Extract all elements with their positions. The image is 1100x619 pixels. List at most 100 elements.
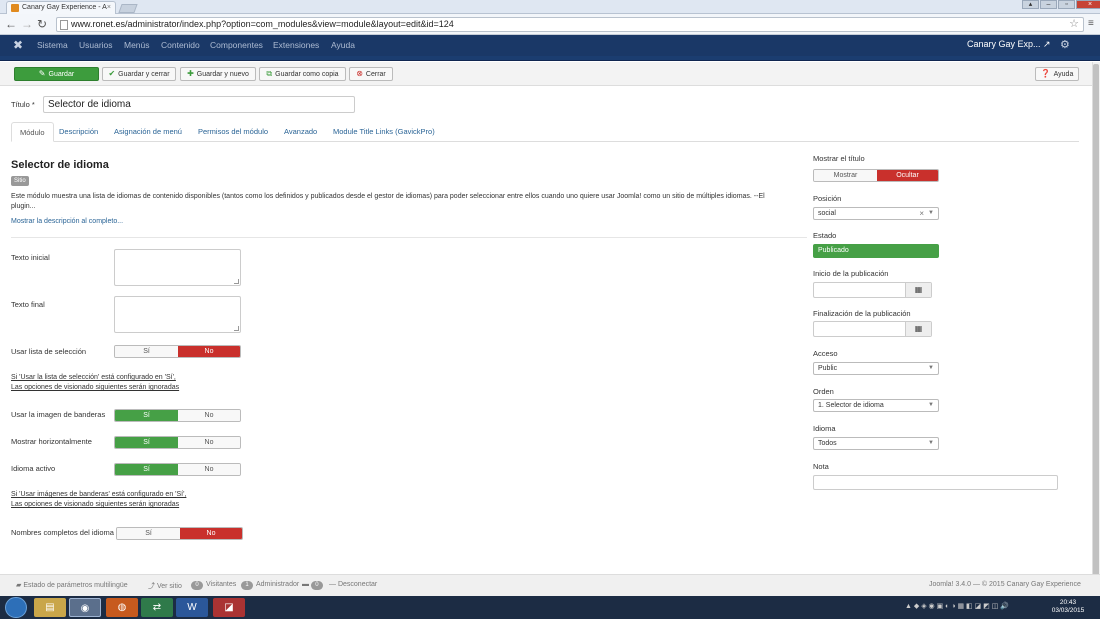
idioma-select[interactable]: Todos ▼: [813, 437, 939, 450]
maximize-button[interactable]: ▫: [1058, 0, 1075, 9]
mostrar-horiz-no[interactable]: No: [178, 437, 240, 448]
calendar-icon[interactable]: ▦: [905, 322, 931, 336]
status-footer: ▰ Estado de parámetros multilingüe ⤴ Ver…: [0, 574, 1100, 596]
tab-avanzado[interactable]: Avanzado: [276, 122, 325, 142]
menu-menus[interactable]: Menús: [124, 40, 150, 50]
close-button[interactable]: ⊗ Cerrar: [349, 67, 393, 81]
idioma-activo-no[interactable]: No: [178, 464, 240, 475]
site-link[interactable]: Canary Gay Exp... ↗: [967, 39, 1051, 50]
admin-navbar: ✖ Sistema Usuarios Menús Contenido Compo…: [0, 35, 1100, 56]
calendar-icon[interactable]: ▦: [905, 283, 931, 297]
browser-tab[interactable]: Canary Gay Experience - A ×: [6, 1, 116, 14]
posicion-value: social: [818, 210, 836, 217]
estado-select[interactable]: Publicado: [813, 244, 939, 258]
minus-icon: —: [329, 581, 336, 588]
mostrar-titulo-show[interactable]: Mostrar: [814, 170, 877, 181]
joomla-logo-icon[interactable]: ✖: [13, 38, 23, 52]
idioma-activo-label: Idioma activo: [11, 464, 56, 473]
bookmark-star-icon[interactable]: ☆: [1069, 18, 1079, 31]
tab-modulo[interactable]: Módulo: [11, 122, 54, 142]
save-close-button[interactable]: ✔ Guardar y cerrar: [102, 67, 176, 81]
title-label: Título *: [11, 100, 35, 109]
acceso-value: Public: [818, 365, 838, 372]
usar-imagen-no[interactable]: No: [178, 410, 240, 421]
logout-link[interactable]: — Desconectar: [329, 581, 377, 588]
save-copy-button[interactable]: ⧉ Guardar como copia: [259, 67, 346, 81]
menu-extensiones[interactable]: Extensiones: [273, 40, 319, 50]
close-tab-icon[interactable]: ×: [107, 2, 111, 14]
posicion-select[interactable]: social × ▼: [813, 207, 939, 220]
note-banderas-line1: Si 'Usar imágenes de banderas' está conf…: [11, 491, 187, 498]
system-tray[interactable]: ▲ ◆ ◈ ◉ ▣ ◐ ◑ ▦ ◧ ◪ ◩ ◫ 🔊: [905, 602, 1045, 612]
acceso-select[interactable]: Public ▼: [813, 362, 939, 375]
reload-icon[interactable]: ↻: [37, 18, 47, 30]
site-badge: Sitio: [11, 176, 29, 186]
mostrar-horiz-toggle: Sí No: [114, 436, 241, 449]
chrome-taskbar-icon[interactable]: ◉: [69, 598, 101, 617]
inicio-publicacion-input[interactable]: ▦: [813, 282, 932, 298]
site-name: Canary Gay Exp...: [967, 39, 1041, 49]
usar-imagen-yes[interactable]: Sí: [115, 410, 178, 421]
save-close-label: Guardar y cerrar: [118, 71, 170, 78]
menu-usuarios[interactable]: Usuarios: [79, 40, 113, 50]
network-app-icon[interactable]: ⇄: [141, 598, 173, 617]
nota-label: Nota: [813, 462, 829, 471]
word-icon[interactable]: W: [176, 598, 208, 617]
firefox-icon[interactable]: ◍: [106, 598, 138, 617]
forward-icon[interactable]: →: [21, 18, 33, 30]
idioma-activo-yes[interactable]: Sí: [115, 464, 178, 475]
tab-title-links[interactable]: Module Title Links (GavickPro): [325, 122, 443, 142]
title-input[interactable]: Selector de idioma: [43, 96, 355, 113]
usar-imagen-label: Usar la imagen de banderas: [11, 410, 106, 419]
texto-inicial-textarea[interactable]: [114, 249, 241, 286]
url-input[interactable]: www.ronet.es/administrator/index.php?opt…: [56, 17, 1084, 32]
show-full-description-link[interactable]: Mostrar la descripción al completo...: [11, 218, 123, 225]
nombres-completos-no[interactable]: No: [180, 528, 242, 539]
chrome-menu-icon[interactable]: ≡: [1088, 18, 1094, 29]
save-new-button[interactable]: ✚ Guardar y nuevo: [180, 67, 256, 81]
chevron-down-icon: ▼: [928, 402, 934, 408]
orden-select[interactable]: 1. Selector de idioma ▼: [813, 399, 939, 412]
tab-asignacion-menu[interactable]: Asignación de menú: [106, 122, 190, 142]
mostrar-horiz-yes[interactable]: Sí: [115, 437, 178, 448]
minimize-button[interactable]: –: [1040, 0, 1057, 9]
menu-sistema[interactable]: Sistema: [37, 40, 68, 50]
joomla-favicon-icon: [11, 4, 19, 12]
system-clock[interactable]: 20:43 03/03/2015: [1046, 599, 1090, 615]
menu-ayuda[interactable]: Ayuda: [331, 40, 355, 50]
copyright: Joomla! 3.4.0 — © 2015 Canary Gay Experi…: [929, 581, 1081, 588]
new-tab-button[interactable]: [118, 4, 138, 13]
view-site-link[interactable]: ⤴ Ver sitio: [148, 581, 182, 591]
fin-publicacion-input[interactable]: ▦: [813, 321, 932, 337]
usar-imagen-toggle: Sí No: [114, 409, 241, 422]
mostrar-titulo-hide[interactable]: Ocultar: [877, 170, 938, 181]
texto-final-textarea[interactable]: [114, 296, 241, 333]
back-icon[interactable]: ←: [5, 18, 17, 30]
cancel-icon: ⊗: [356, 69, 363, 78]
admins-count: 1: [241, 581, 253, 590]
user-icon[interactable]: ▴: [1022, 0, 1039, 9]
scrollbar-thumb[interactable]: [1093, 64, 1099, 592]
save-button[interactable]: ✎ Guardar: [14, 67, 99, 81]
filezilla-icon[interactable]: ◪: [213, 598, 245, 617]
clear-icon[interactable]: ×: [919, 208, 924, 219]
window-close-button[interactable]: ×: [1076, 0, 1100, 9]
multilang-status-link[interactable]: ▰ Estado de parámetros multilingüe: [16, 581, 128, 589]
usar-lista-no[interactable]: No: [178, 346, 240, 357]
messages-status: ▬ 0: [302, 581, 326, 590]
nota-input[interactable]: [813, 475, 1058, 490]
nombres-completos-yes[interactable]: Sí: [117, 528, 180, 539]
explorer-icon[interactable]: ▤: [34, 598, 66, 617]
tab-descripcion[interactable]: Descripción: [51, 122, 106, 142]
gear-icon[interactable]: ⚙: [1060, 38, 1070, 51]
menu-componentes[interactable]: Componentes: [210, 40, 263, 50]
windows-start-icon[interactable]: [5, 597, 27, 618]
help-button[interactable]: ❓ Ayuda: [1035, 67, 1079, 81]
usar-lista-toggle: Sí No: [114, 345, 241, 358]
save-new-label: Guardar y nuevo: [196, 71, 249, 78]
module-description: Este módulo muestra una lista de idiomas…: [11, 193, 765, 210]
mostrar-titulo-toggle: Mostrar Ocultar: [813, 169, 939, 182]
menu-contenido[interactable]: Contenido: [161, 40, 200, 50]
tab-permisos[interactable]: Permisos del módulo: [190, 122, 276, 142]
usar-lista-yes[interactable]: Sí: [115, 346, 178, 357]
